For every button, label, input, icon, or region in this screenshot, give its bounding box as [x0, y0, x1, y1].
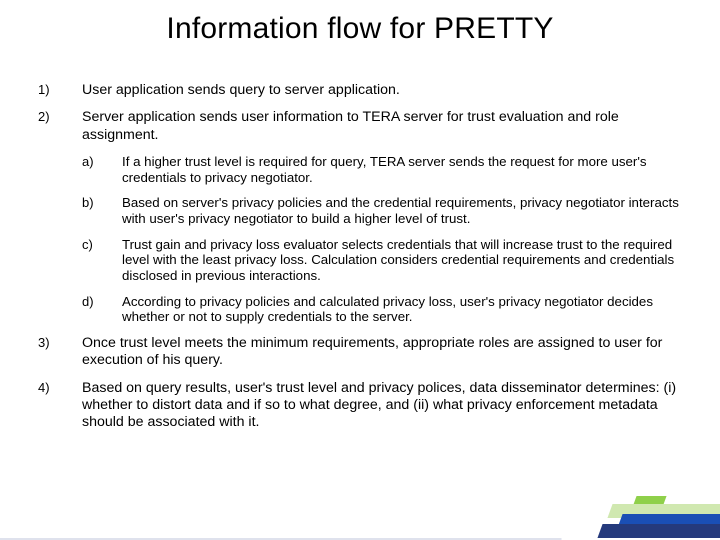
page-title: Information flow for PRETTY	[0, 0, 720, 46]
list-item: 3) Once trust level meets the minimum re…	[38, 335, 686, 370]
list-item: 1) User application sends query to serve…	[38, 82, 686, 99]
sub-list-item: c) Trust gain and privacy loss evaluator…	[82, 237, 686, 284]
sub-item-marker: b)	[82, 195, 122, 226]
item-text: Server application sends user informatio…	[82, 109, 686, 144]
footer-graphic	[580, 484, 720, 540]
sub-list-item: b) Based on server's privacy policies an…	[82, 195, 686, 226]
sub-item-text: If a higher trust level is required for …	[122, 154, 686, 185]
sub-item-text: According to privacy policies and calcul…	[122, 294, 686, 325]
sub-item-marker: c)	[82, 237, 122, 284]
item-marker: 4)	[38, 380, 82, 432]
item-marker: 1)	[38, 82, 82, 99]
sub-item-marker: a)	[82, 154, 122, 185]
list-item: 4) Based on query results, user's trust …	[38, 380, 686, 432]
item-text: Based on query results, user's trust lev…	[82, 380, 686, 432]
sub-item-text: Based on server's privacy policies and t…	[122, 195, 686, 226]
sub-item-marker: d)	[82, 294, 122, 325]
content-body: 1) User application sends query to serve…	[0, 46, 720, 432]
item-marker: 3)	[38, 335, 82, 370]
item-text: User application sends query to server a…	[82, 82, 686, 99]
sub-item-text: Trust gain and privacy loss evaluator se…	[122, 237, 686, 284]
item-text: Once trust level meets the minimum requi…	[82, 335, 686, 370]
item-marker: 2)	[38, 109, 82, 144]
list-item: 2) Server application sends user informa…	[38, 109, 686, 144]
sub-list-item: a) If a higher trust level is required f…	[82, 154, 686, 185]
sub-list-item: d) According to privacy policies and cal…	[82, 294, 686, 325]
